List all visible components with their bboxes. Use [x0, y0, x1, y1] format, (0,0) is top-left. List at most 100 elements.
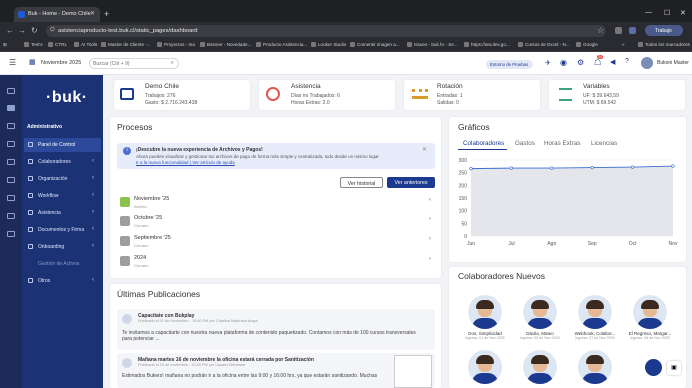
menu-item-asistencia[interactable]: Asistencia ‹ — [24, 206, 101, 220]
bell-icon[interactable]: ☖ — [594, 58, 601, 67]
banner-text: Ahora puedes visualizar y gestionar tus … — [136, 154, 379, 159]
new-employee-card[interactable] — [518, 350, 562, 384]
calendar-icon[interactable] — [7, 177, 15, 183]
summary-title: Rotación — [437, 83, 463, 90]
minimize-icon[interactable]: — — [645, 9, 652, 16]
new-employee-card[interactable]: Dos, Simplicidad Ingreso: 01 de Nov 2025 — [463, 295, 507, 340]
admin-icon[interactable] — [7, 105, 15, 111]
new-employee-card[interactable] — [463, 350, 507, 384]
maximize-icon[interactable]: ☐ — [664, 9, 670, 17]
all-bookmarks[interactable]: Todos los marcadores — [638, 42, 690, 47]
home-icon[interactable] — [7, 88, 15, 94]
proceso-item[interactable]: 2024 Cerrado ‹ — [119, 253, 435, 273]
gear-icon[interactable]: ⚙ — [577, 58, 584, 67]
back-icon[interactable]: ← — [6, 26, 14, 35]
new-employee-card[interactable]: Dávila, Mateo Ingreso: 03 de Nov 2025 — [518, 295, 562, 340]
apps-icon[interactable]: ⊞ — [3, 42, 7, 48]
bookmark[interactable]: Master de Cliente -... — [101, 42, 151, 47]
employee-avatar — [633, 295, 667, 329]
bookmark[interactable]: https://ww.dev.go... — [464, 42, 510, 47]
reload-icon[interactable]: ↻ — [31, 26, 38, 35]
document-icon[interactable] — [7, 141, 15, 147]
y-tick-label: 300 — [459, 158, 468, 164]
search-box[interactable]: ⌕ — [89, 58, 179, 69]
close-window-icon[interactable]: ✕ — [680, 9, 686, 17]
bookmark[interactable]: AI Tools — [74, 42, 97, 47]
y-tick-label: 100 — [459, 209, 468, 215]
menu-item-onboarding[interactable]: Onboarding ‹ — [24, 240, 101, 254]
environment-badge: Entorno de Pruebas — [486, 60, 533, 69]
close-icon[interactable]: ✕ — [422, 146, 427, 153]
publication-card[interactable]: Mañana martes 16 de noviembre la oficina… — [117, 353, 435, 388]
profile-button[interactable]: Trabajo — [645, 25, 683, 36]
bookmark[interactable]: Test's — [24, 42, 43, 47]
url-bar[interactable]: ⛭ asistenciaproducto-test.buk.cl/static_… — [46, 25, 606, 37]
bookmark[interactable]: Cursos de Excel - N... — [518, 42, 570, 47]
megaphone-icon[interactable]: ◀ — [610, 58, 615, 66]
proceso-item[interactable]: Septiembre '25 Cerrado ‹ — [119, 233, 435, 253]
new-employee-card[interactable]: Webhook, Colabor... Ingreso: 07 de Nov 2… — [573, 295, 617, 340]
tab-horas-extras[interactable]: Horas Extras — [544, 140, 580, 147]
bookmark[interactable]: Proyectos - Ina — [157, 42, 195, 47]
bookmark[interactable]: Bssmer - Novedade... — [200, 42, 251, 47]
banner-link[interactable]: Ir a la nueva funcionalidad | Ver artícu… — [136, 160, 235, 165]
tab-gastos[interactable]: Gastos — [515, 140, 535, 147]
briefcase-icon[interactable] — [7, 231, 15, 237]
bookmark[interactable]: Issues - buk.hr - Se... — [407, 42, 458, 47]
chat-icon[interactable] — [7, 213, 15, 219]
bookmark-star-icon[interactable]: ☆ — [597, 26, 604, 35]
people-icon[interactable] — [7, 123, 15, 129]
people-icon — [28, 159, 33, 164]
bookmark[interactable]: Google — [576, 42, 598, 47]
browser-tab[interactable]: Buk - Home - Demo Chile ✕ — [14, 7, 100, 22]
nuevos-title: Colaboradores Nuevos — [458, 271, 545, 281]
menu-item-panel-de-control[interactable]: Panel de Control — [24, 138, 101, 152]
site-info-icon[interactable]: ⛭ — [50, 27, 55, 34]
menu-item-documentos-y-firma[interactable]: Documentos y Firma ‹ — [24, 223, 101, 237]
eye-icon[interactable]: ◉ — [560, 58, 567, 67]
buk-logo: ·buk· — [46, 89, 88, 106]
ver-anteriores-button[interactable]: Ver anteriores — [387, 177, 435, 188]
menu-item-workflow[interactable]: Workflow ‹ — [24, 189, 101, 203]
new-employee-card[interactable] — [573, 350, 617, 384]
menu-section-title: Administrativo — [27, 124, 63, 130]
tab-colaboradores[interactable]: Colaboradores — [463, 140, 504, 147]
chart-icon[interactable] — [7, 159, 15, 165]
forward-icon[interactable]: → — [18, 26, 26, 35]
employee-avatar — [523, 350, 557, 384]
search-input[interactable] — [93, 60, 167, 68]
data-point — [590, 165, 594, 170]
folder-icon[interactable] — [7, 195, 15, 201]
proceso-item[interactable]: Octubre '25 Cerrado ‹ — [119, 213, 435, 233]
bookmark[interactable]: CTRL — [48, 42, 67, 47]
new-tab-icon[interactable]: + — [104, 9, 109, 19]
chat-bubble-icon[interactable] — [645, 359, 662, 376]
proceso-item[interactable]: Noviembre '25 Abierto ‹ — [119, 194, 435, 214]
extensions-puzzle-icon[interactable] — [629, 27, 636, 34]
more-bookmarks-icon[interactable]: » — [622, 42, 625, 47]
ver-historial-button[interactable]: Ver historial — [340, 177, 383, 188]
search-icon[interactable]: ⌕ — [171, 60, 174, 67]
building-icon — [120, 88, 134, 100]
chat-widget-icon[interactable]: ▣ — [667, 361, 681, 375]
menu-item-colaboradores[interactable]: Colaboradores ‹ — [24, 155, 101, 169]
summary-card-asistencia: Asistencia Días no Trabajados: 6 Horas E… — [259, 80, 395, 110]
publication-card[interactable]: Capacítate con Bukplay Publicado el 01 d… — [117, 309, 435, 350]
close-tab-icon[interactable]: ✕ — [90, 10, 95, 17]
hamburger-menu-icon[interactable]: ☰ — [9, 58, 16, 67]
period-selector[interactable]: Noviembre 2025 — [41, 60, 81, 66]
chevron-left-icon: ‹ — [429, 197, 431, 203]
new-employee-card[interactable]: El Regreso, Margar... Ingreso: 08 de Nov… — [628, 295, 672, 340]
menu-item-organizacion[interactable]: Organización ‹ — [24, 172, 101, 186]
menu-item-otros[interactable]: Otros ‹ — [24, 274, 101, 288]
help-icon[interactable]: ? — [625, 58, 629, 65]
bookmark[interactable]: Looker Studio — [311, 42, 346, 47]
bookmark[interactable]: Comentir imagen a... — [350, 42, 400, 47]
user-name[interactable]: Bukoni Master — [657, 60, 689, 66]
menu-item-gestion-de-activos[interactable]: Gestión de Activos — [24, 257, 101, 271]
bookmark[interactable]: Producto Asistencia... — [256, 42, 307, 47]
avatar[interactable] — [641, 57, 653, 69]
tab-licencias[interactable]: Licencias — [591, 140, 617, 147]
rocket-icon[interactable]: ✈ — [545, 59, 551, 67]
extension-icon[interactable] — [615, 27, 622, 34]
